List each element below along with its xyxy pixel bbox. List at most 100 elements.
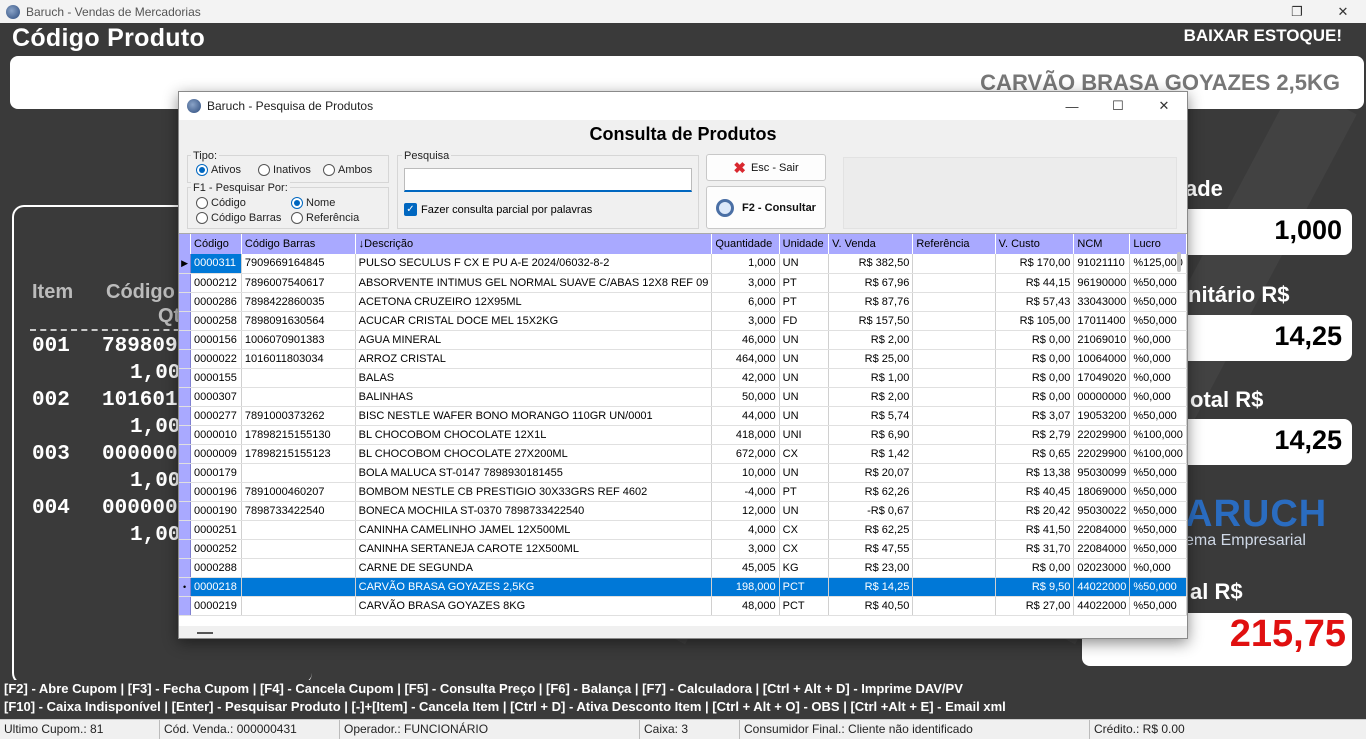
- product-row[interactable]: 0000286 7898422860035 ACETONA CRUZEIRO 12X…: [179, 292, 1187, 312]
- row-indicator[interactable]: [179, 501, 192, 521]
- product-row[interactable]: 0000009 17898215155123 BL CHOCOBOM CHOCOLA…: [179, 444, 1187, 464]
- product-row[interactable]: • 0000218 CARVÃO BRASA GOYAZES 2,5KG 198,00…: [179, 577, 1187, 597]
- consultar-button[interactable]: F2 - Consultar: [706, 186, 826, 229]
- pesquisar-codigo-barras-radio[interactable]: Código Barras: [196, 212, 281, 224]
- product-row[interactable]: 0000196 7891000460207 BOMBOM NESTLE CB PRE…: [179, 482, 1187, 502]
- col-header-unidade[interactable]: Unidade: [779, 234, 830, 254]
- row-indicator[interactable]: [179, 311, 192, 331]
- grid-cell: [912, 349, 996, 369]
- row-indicator[interactable]: [179, 349, 192, 369]
- col-header-codigo[interactable]: Código: [190, 234, 242, 254]
- scrollbar-thumb[interactable]: [1177, 252, 1181, 272]
- product-row[interactable]: 0000252 CANINHA SERTANEJA CAROTE 12X500ML…: [179, 539, 1187, 559]
- row-indicator[interactable]: [179, 368, 192, 388]
- col-header-codigo-barras[interactable]: Código Barras: [241, 234, 356, 254]
- row-indicator[interactable]: [179, 444, 192, 464]
- tipo-ambos-radio[interactable]: Ambos: [323, 164, 372, 176]
- pesquisar-referencia-radio[interactable]: Referência: [291, 212, 359, 224]
- product-row[interactable]: 0000277 7891000373262 BISC NESTLE WAFER BO…: [179, 406, 1187, 426]
- codigo-produto-title: Código Produto: [12, 24, 206, 52]
- grid-cell: CARNE DE SEGUNDA: [355, 558, 713, 578]
- row-indicator[interactable]: [179, 520, 192, 540]
- horizontal-scrollbar[interactable]: [197, 632, 213, 634]
- grid-cell: 0000218: [190, 577, 242, 597]
- shortcut-line: [F10] - Caixa Indisponível | [Enter] - P…: [4, 699, 1006, 714]
- product-row[interactable]: 0000212 7896007540617 ABSORVENTE INTIMUS G…: [179, 273, 1187, 293]
- grid-cell: 44,000: [711, 406, 780, 426]
- restore-icon[interactable]: ❐: [1274, 0, 1320, 23]
- product-row[interactable]: 0000155 BALAS 42,000 UN R$ 1,00 R$ 0,00 170490…: [179, 368, 1187, 388]
- items-header-item: Item: [32, 281, 74, 303]
- grid-cell: R$ 40,50: [828, 596, 914, 616]
- row-indicator[interactable]: [179, 463, 192, 483]
- total-item-label: otal R$: [1190, 387, 1264, 412]
- grid-cell: 46,000: [711, 330, 780, 350]
- grid-cell: 0000196: [190, 482, 242, 502]
- row-indicator[interactable]: [179, 292, 192, 312]
- grid-cell: PCT: [779, 577, 830, 597]
- col-header-v-custo[interactable]: V. Custo: [995, 234, 1075, 254]
- grid-cell: R$ 9,50: [995, 577, 1075, 597]
- col-header-referencia[interactable]: Referência: [912, 234, 996, 254]
- row-indicator[interactable]: [179, 330, 192, 350]
- sair-button[interactable]: ✖ Esc - Sair: [706, 154, 826, 181]
- grid-cell: [912, 425, 996, 445]
- col-header-quantidade[interactable]: Quantidade: [711, 234, 780, 254]
- minimize-icon[interactable]: —: [1049, 92, 1095, 120]
- items-header-qt: Qt: [158, 305, 181, 327]
- row-indicator[interactable]: [179, 406, 192, 426]
- radio-label: Referência: [306, 212, 360, 224]
- row-indicator[interactable]: •: [179, 577, 192, 597]
- vertical-scrollbar[interactable]: [1177, 234, 1181, 626]
- product-row[interactable]: 0000190 7898733422540 BONECA MOCHILA ST-03…: [179, 501, 1187, 521]
- grid-cell: R$ 0,00: [995, 558, 1075, 578]
- grid-cell: [912, 311, 996, 331]
- row-indicator[interactable]: [179, 482, 192, 502]
- grid-cell: R$ 57,43: [995, 292, 1075, 312]
- row-indicator[interactable]: [179, 425, 192, 445]
- product-row[interactable]: 0000022 1016011803034 ARROZ CRISTAL 464,000…: [179, 349, 1187, 369]
- product-row[interactable]: ▶ 0000311 7909669164845 PULSO SECULUS F CX…: [179, 254, 1187, 274]
- item-qty: 1,00: [130, 470, 181, 493]
- grid-cell: UN: [779, 254, 830, 274]
- grid-cell: 7891000373262: [241, 406, 356, 426]
- pesquisar-nome-radio[interactable]: Nome: [291, 197, 335, 209]
- grid-cell: 0000179: [190, 463, 242, 483]
- product-row[interactable]: 0000179 BOLA MALUCA ST-0147 7898930181455…: [179, 463, 1187, 483]
- row-indicator[interactable]: ▶: [179, 254, 192, 274]
- close-icon[interactable]: ✕: [1141, 92, 1187, 120]
- row-indicator[interactable]: [179, 558, 192, 578]
- tipo-inativos-radio[interactable]: Inativos: [258, 164, 311, 176]
- row-indicator[interactable]: [179, 539, 192, 559]
- grid-cell: -R$ 0,67: [828, 501, 914, 521]
- radio-icon: [323, 164, 335, 176]
- product-row[interactable]: 0000251 CANINHA CAMELINHO JAMEL 12X500ML 4…: [179, 520, 1187, 540]
- baruch-logo: ARUCH ema Empresarial: [1185, 493, 1327, 550]
- pesquisar-codigo-radio[interactable]: Código: [196, 197, 246, 209]
- grid-cell: 42,000: [711, 368, 780, 388]
- products-grid[interactable]: Código Código Barras ↓Descrição Quantida…: [179, 233, 1187, 626]
- col-header-ncm[interactable]: NCM: [1073, 234, 1131, 254]
- product-row[interactable]: 0000010 17898215155130 BL CHOCOBOM CHOCOLA…: [179, 425, 1187, 445]
- row-indicator[interactable]: [179, 273, 192, 293]
- product-row[interactable]: 0000219 CARVÃO BRASA GOYAZES 8KG 48,000 PCT…: [179, 596, 1187, 616]
- row-indicator[interactable]: [179, 596, 192, 616]
- product-row[interactable]: 0000307 BALINHAS 50,000 UN R$ 2,00 R$ 0,00 000…: [179, 387, 1187, 407]
- grid-cell: R$ 105,00: [995, 311, 1075, 331]
- product-row[interactable]: 0000288 CARNE DE SEGUNDA 45,005 KG R$ 23,00 R…: [179, 558, 1187, 578]
- maximize-icon[interactable]: ☐: [1095, 92, 1141, 120]
- col-header-v-venda[interactable]: V. Venda: [828, 234, 914, 254]
- product-row[interactable]: 0000258 7898091630564 ACUCAR CRISTAL DOCE …: [179, 311, 1187, 331]
- consulta-parcial-checkbox[interactable]: ✓ Fazer consulta parcial por palavras: [404, 203, 592, 216]
- grid-cell: 7898091630564: [241, 311, 356, 331]
- close-icon[interactable]: ✕: [1320, 0, 1366, 23]
- row-indicator[interactable]: [179, 387, 192, 407]
- col-header-descricao[interactable]: ↓Descrição: [355, 234, 713, 254]
- grid-cell: 02023000: [1073, 558, 1131, 578]
- grid-cell: R$ 3,07: [995, 406, 1075, 426]
- tipo-ativos-radio[interactable]: Ativos: [196, 164, 241, 176]
- product-row[interactable]: 0000156 1006070901383 AGUA MINERAL 46,000 UN…: [179, 330, 1187, 350]
- search-input[interactable]: [404, 168, 692, 192]
- grid-cell: R$ 20,07: [828, 463, 914, 483]
- grid-cell: 0000155: [190, 368, 242, 388]
